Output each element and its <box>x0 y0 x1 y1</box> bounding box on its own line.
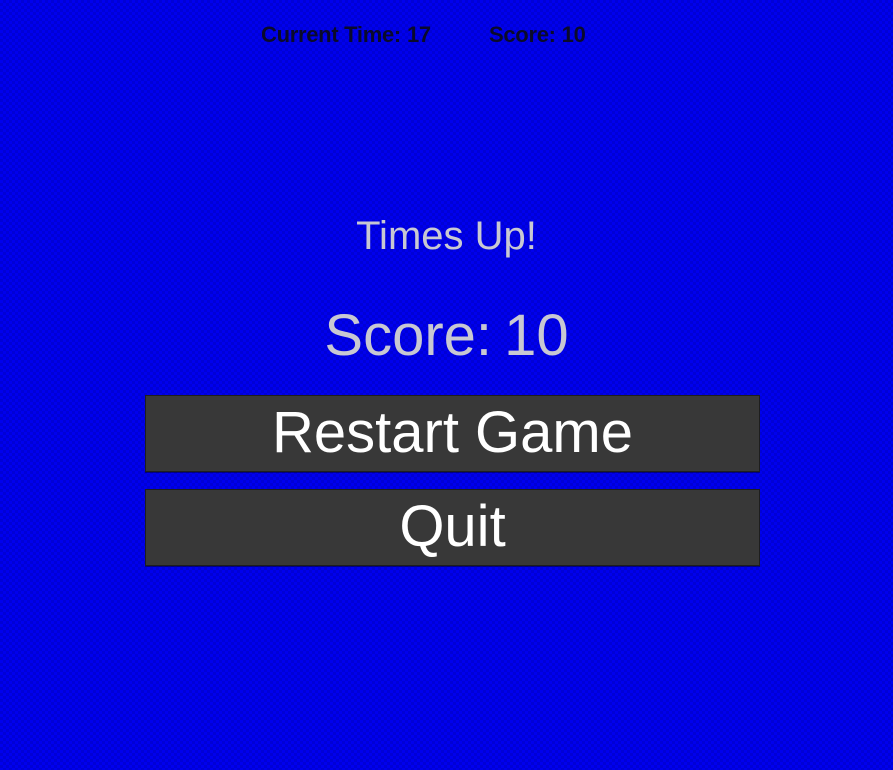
restart-game-button[interactable]: Restart Game <box>145 395 760 472</box>
times-up-message: Times Up! <box>356 214 537 258</box>
final-score-value: 10 <box>504 303 569 368</box>
hud-bar: Current Time: 17 Score: 10 <box>0 22 893 52</box>
quit-button[interactable]: Quit <box>145 489 760 566</box>
current-time-display: Current Time: 17 <box>261 22 431 48</box>
current-time-label: Current Time: <box>261 22 401 47</box>
hud-score-value: 10 <box>561 22 586 47</box>
hud-score-display: Score: 10 <box>489 22 586 48</box>
current-time-value: 17 <box>406 22 431 47</box>
final-score-label: Score: <box>324 303 493 368</box>
final-score: Score: 10 <box>0 302 893 369</box>
hud-score-label: Score: <box>489 22 556 47</box>
